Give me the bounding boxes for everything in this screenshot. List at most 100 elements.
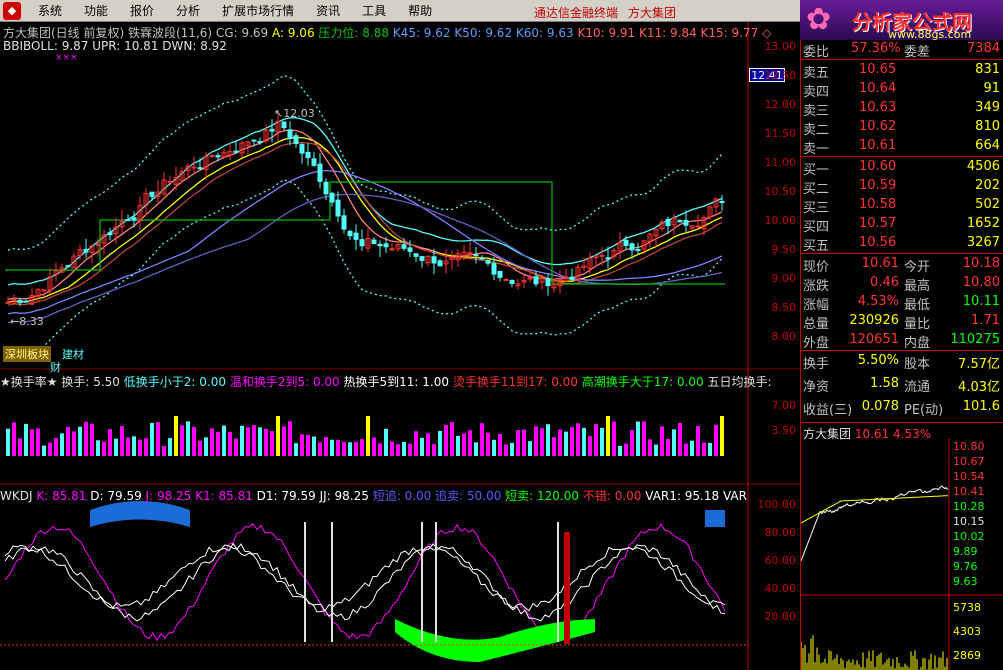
turnover-bar <box>342 441 346 456</box>
diamond-icon[interactable]: ◇ <box>762 26 771 40</box>
short-sell-value: 短卖: 120.00 <box>505 489 580 503</box>
turnover-bar <box>372 437 376 456</box>
turnover-bar <box>306 434 310 456</box>
mini-price-tick: 10.67 <box>953 455 985 468</box>
stat-row: 现价 10.61 今开 10.18 <box>803 256 1000 275</box>
intraday-mini-chart[interactable]: 方大集团 10.61 4.53% 10.80 10.67 10.54 10.41 10.… <box>801 423 1003 670</box>
turnover-bar <box>90 423 94 456</box>
turnover-bar <box>18 438 22 456</box>
turnover-bar <box>438 430 442 456</box>
bid-row: 买一 10.60 4506 <box>803 159 1000 178</box>
kdj-line <box>4 523 726 642</box>
candle-body <box>545 277 551 287</box>
candle-body <box>479 257 485 260</box>
candle-body <box>269 128 275 132</box>
candle-body <box>665 218 671 227</box>
turnover-bar <box>318 442 322 456</box>
ma-line <box>7 129 723 301</box>
order-ratio-value: 57.36% <box>851 41 901 56</box>
turnover-bar <box>636 421 640 456</box>
turnover-bar <box>270 431 274 456</box>
blue-fill-area <box>90 501 190 527</box>
turnover-tick-3-5: 3.50 <box>771 424 797 437</box>
menu-quote[interactable]: 报价 <box>119 2 165 19</box>
turnover-bar <box>450 422 454 456</box>
turnover-bar <box>510 442 514 456</box>
candle-body <box>95 243 101 246</box>
chart-area[interactable]: 方大集团(日线 前复权) 铁霖波段(11,6) CG: 9.69 A: 9.06… <box>0 22 800 670</box>
menu-tools[interactable]: 工具 <box>351 2 397 19</box>
turnover-low: 低换手小于2: 0.00 <box>123 375 226 389</box>
candle-body <box>215 155 221 158</box>
turnover-bar <box>516 430 520 456</box>
kdj-tick-40: 40.00 <box>764 582 797 595</box>
candle-body <box>191 166 197 169</box>
turnover-bar <box>174 416 178 456</box>
price-tick: 10.00 <box>764 214 797 227</box>
candle-body <box>65 265 71 268</box>
stat-row: 收益(三) 0.078 PE(动) 101.6 <box>803 399 1000 418</box>
mini-price-tick: 10.28 <box>953 500 985 513</box>
turnover-bar <box>294 443 298 456</box>
turnover-bar <box>66 427 70 456</box>
industry-tag[interactable]: 建材 <box>62 346 84 362</box>
price-tick: 13.00 <box>764 40 797 53</box>
turnover-bar <box>468 430 472 456</box>
mini-volume-tick: 4303 <box>953 625 981 638</box>
turnover-bar <box>240 425 244 456</box>
turnover-bar <box>264 428 268 456</box>
order-diff-label: 委差 <box>904 45 931 60</box>
turnover-bar <box>348 442 352 456</box>
turnover-bar <box>204 437 208 456</box>
stage-line <box>5 181 725 285</box>
candle-body <box>371 239 377 245</box>
candle-body <box>503 278 509 281</box>
turnover-bar <box>576 423 580 456</box>
stat-row: 外盘 120651 内盘 110275 <box>803 332 1000 351</box>
menu-news[interactable]: 资讯 <box>305 2 351 19</box>
stock-name-link[interactable]: 方大集团 <box>628 4 676 21</box>
candle-body <box>335 199 341 217</box>
turnover-bar <box>480 423 484 456</box>
candle-body <box>233 150 239 153</box>
sector-tag[interactable]: 深圳板块 <box>3 346 51 362</box>
turnover-bar <box>420 437 424 456</box>
turnover-hot: 热换手5到11: 1.00 <box>343 375 449 389</box>
turnover-bar <box>558 429 562 456</box>
turnover-bar <box>228 431 232 456</box>
indicator-title: 方大集团(日线 前复权) 铁霖波段(11,6) <box>3 26 213 40</box>
jj-value: JJ: 98.25 <box>319 489 369 503</box>
candle-body <box>209 154 215 157</box>
main-chart-canvas[interactable] <box>0 22 800 670</box>
candle-body <box>281 121 287 129</box>
bbiboll-value: BBIBOLL: 9.87 <box>3 39 89 53</box>
menu-extended-market[interactable]: 扩展市场行情 <box>211 2 305 19</box>
menu-analysis[interactable]: 分析 <box>165 2 211 19</box>
terminal-link[interactable]: 通达信金融终端 <box>534 4 618 21</box>
blue-fill-area <box>705 510 725 527</box>
mini-volume-tick: 5738 <box>953 601 981 614</box>
ask-row: 卖一 10.61 664 <box>803 138 1000 157</box>
candle-body <box>293 135 299 145</box>
candle-body <box>323 181 329 195</box>
turnover-bar <box>300 434 304 456</box>
turnover-bar <box>384 428 388 456</box>
turnover-bar <box>498 433 502 456</box>
mini-price-tick: 10.15 <box>953 515 985 528</box>
turnover-bar <box>714 424 718 456</box>
quote-panel: 委比 57.36% 委差 7384 卖五 10.65 831 卖四 10.64 91 卖三 1… <box>800 40 1003 670</box>
candle-body <box>629 243 635 251</box>
menu-system[interactable]: 系统 <box>27 2 73 19</box>
candle-body <box>83 248 89 253</box>
turnover-bar <box>132 436 136 456</box>
menu-function[interactable]: 功能 <box>73 2 119 19</box>
candle-body <box>695 225 701 228</box>
candle-body <box>299 144 305 154</box>
kdj-tick-20: 20.00 <box>764 610 797 623</box>
menu-help[interactable]: 帮助 <box>397 2 443 19</box>
turnover-bar <box>246 427 250 456</box>
candle-body <box>311 158 317 166</box>
turnover-bar <box>552 437 556 456</box>
turnover-bar <box>588 436 592 456</box>
candle-body <box>359 239 365 247</box>
